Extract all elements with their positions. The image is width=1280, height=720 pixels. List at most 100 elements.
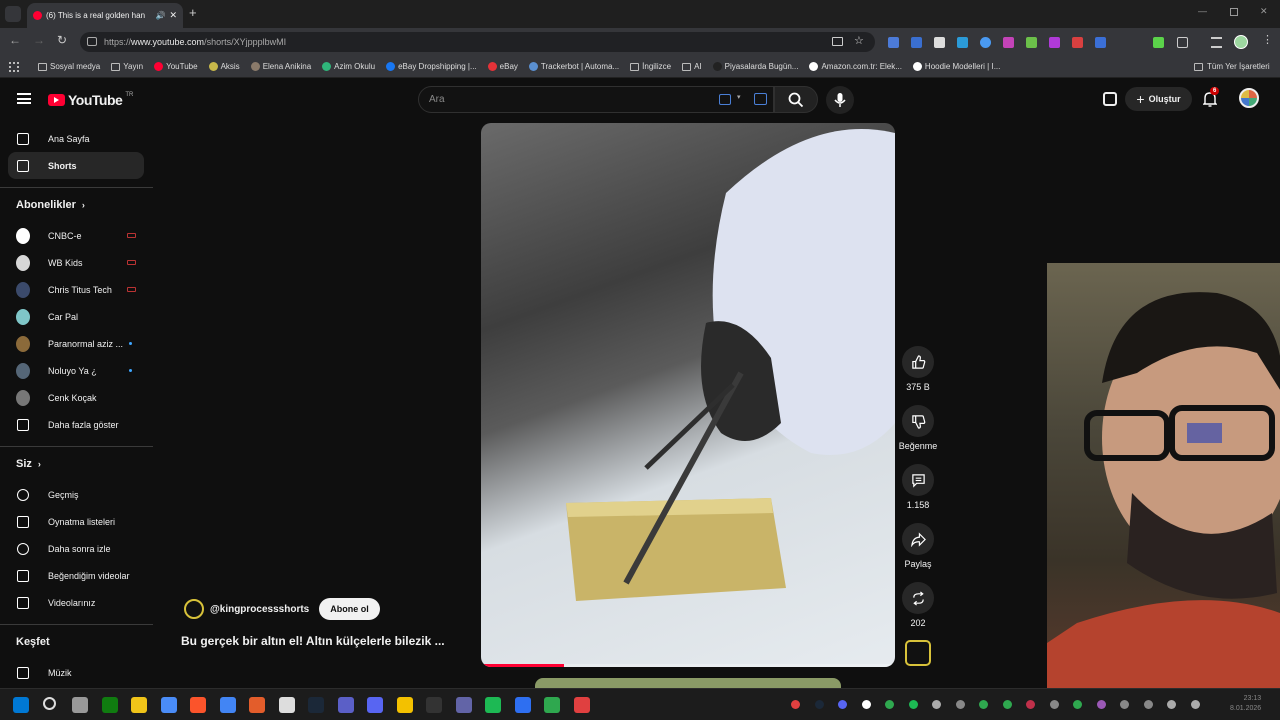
keyboard-icon[interactable] xyxy=(719,94,731,105)
steam-icon[interactable] xyxy=(308,697,324,713)
all-bookmarks-folder[interactable]: Tüm Yer İşaretleri xyxy=(1194,62,1270,71)
tray-icon[interactable] xyxy=(908,700,918,709)
comments-button[interactable] xyxy=(902,464,934,496)
extension-icon[interactable] xyxy=(1049,37,1060,48)
search-button[interactable] xyxy=(774,86,818,113)
bookmark-item[interactable]: Trackerbot | Automa... xyxy=(528,62,619,71)
bookmark-star-icon[interactable]: ☆ xyxy=(854,34,864,47)
extension-icon[interactable] xyxy=(980,37,991,48)
dislike-button[interactable] xyxy=(902,405,934,437)
tray-icon[interactable] xyxy=(838,700,847,709)
spotify-icon[interactable] xyxy=(485,697,501,713)
tray-icon[interactable] xyxy=(885,700,894,709)
tray-icon[interactable] xyxy=(861,700,871,709)
window-minimize-button[interactable]: — xyxy=(1198,6,1207,16)
sidebar-item[interactable]: Beğendiğim videolar xyxy=(8,562,144,589)
bookmark-item[interactable]: Aksis xyxy=(208,62,240,71)
search-icon[interactable] xyxy=(42,697,56,710)
subscriptions-header[interactable]: Abonelikler › xyxy=(16,199,85,211)
tray-icon[interactable] xyxy=(1049,700,1059,709)
tab-close-icon[interactable]: ✕ xyxy=(169,10,177,21)
discord-icon[interactable] xyxy=(367,697,383,713)
video-progress-bar[interactable] xyxy=(481,664,895,667)
sound-channel-thumbnail[interactable] xyxy=(905,640,931,666)
brave-icon[interactable] xyxy=(190,697,206,713)
store-icon[interactable] xyxy=(160,697,177,713)
youtube-logo[interactable]: YouTube TR xyxy=(48,92,133,108)
guide-menu-icon[interactable] xyxy=(17,93,31,104)
tray-icon[interactable] xyxy=(1190,700,1200,709)
extension-icon[interactable] xyxy=(911,37,922,48)
translate-icon[interactable] xyxy=(754,93,767,105)
tray-icon[interactable] xyxy=(1026,700,1035,709)
app2-icon[interactable] xyxy=(455,697,472,713)
tray-icon[interactable] xyxy=(1167,700,1176,709)
sidebar-item[interactable]: Car Pal xyxy=(8,303,144,330)
address-bar[interactable]: https://www.youtube.com/shorts/XYjppplbw… xyxy=(80,32,875,52)
extensions-puzzle-icon[interactable] xyxy=(1177,37,1188,48)
channel-avatar[interactable] xyxy=(184,599,204,619)
tray-icon[interactable] xyxy=(791,700,800,709)
share-button[interactable] xyxy=(902,523,934,555)
tray-icon[interactable] xyxy=(979,700,988,709)
site-info-icon[interactable] xyxy=(87,37,97,46)
sidebar-item[interactable]: Cenk Koçak xyxy=(8,384,144,411)
sidebar-item[interactable]: Geçmiş xyxy=(8,481,144,508)
windows-start-icon[interactable] xyxy=(13,697,29,713)
voice-search-button[interactable] xyxy=(826,86,854,114)
app5-icon[interactable] xyxy=(573,697,590,713)
dropdown-arrow-icon[interactable]: ▾ xyxy=(737,93,741,101)
search-input[interactable]: Ara ▾ xyxy=(418,86,774,113)
remix-button[interactable] xyxy=(902,582,934,614)
create-button[interactable]: + Oluştur xyxy=(1125,87,1192,111)
tray-icon[interactable] xyxy=(1120,700,1129,709)
explorer-icon[interactable] xyxy=(131,697,147,713)
tray-icon[interactable] xyxy=(814,700,824,709)
sidebar-item[interactable]: Shorts xyxy=(8,152,144,179)
bookmark-item[interactable]: eBay xyxy=(487,62,518,71)
sidebar-item[interactable]: Chris Titus Tech xyxy=(8,276,144,303)
apps-grid-icon[interactable] xyxy=(9,62,19,72)
install-app-icon[interactable] xyxy=(832,37,843,46)
notifications-button[interactable]: 6 xyxy=(1202,87,1220,112)
app-icon[interactable] xyxy=(72,697,88,713)
extension-icon[interactable] xyxy=(1003,37,1014,48)
sidebar-item[interactable]: Müzik xyxy=(8,659,144,686)
sidebar-item[interactable]: Oynatma listeleri xyxy=(8,508,144,535)
bookmark-item[interactable]: Hoodie Modelleri | I... xyxy=(912,62,1000,71)
bookmark-item[interactable]: İngilizce xyxy=(630,62,671,71)
extension-toolbar-icon[interactable] xyxy=(1103,92,1117,106)
tray-icon[interactable] xyxy=(1143,700,1153,709)
game-icon[interactable] xyxy=(249,697,265,713)
sidebar-item[interactable]: WB Kids xyxy=(8,249,144,276)
tab-list-button[interactable] xyxy=(5,6,21,22)
sidebar-item[interactable]: Ana Sayfa xyxy=(8,125,144,152)
subscribe-button[interactable]: Abone ol xyxy=(319,598,380,620)
short-title[interactable]: Bu gerçek bir altın el! Altın külçelerle… xyxy=(181,634,445,648)
extension-icon[interactable] xyxy=(1072,37,1083,48)
bookmark-item[interactable]: eBay Dropshipping |... xyxy=(386,62,477,71)
extension-icon[interactable] xyxy=(1026,37,1037,48)
window-close-button[interactable]: ✕ xyxy=(1260,6,1268,17)
chrome-menu-icon[interactable]: ⋮ xyxy=(1262,33,1273,46)
account-avatar[interactable] xyxy=(1239,88,1259,108)
profile-avatar[interactable] xyxy=(1234,35,1248,49)
sidebar-item[interactable]: CNBC-e xyxy=(8,222,144,249)
reading-list-icon[interactable] xyxy=(1211,37,1222,48)
extension-icon[interactable] xyxy=(957,37,968,48)
norton-icon[interactable] xyxy=(396,697,413,713)
bookmark-item[interactable]: AI xyxy=(682,62,702,71)
back-button[interactable]: ← xyxy=(9,33,21,47)
sidebar-item[interactable]: Noluyo Ya ¿ xyxy=(8,357,144,384)
bookmark-item[interactable]: Sosyal medya xyxy=(38,62,100,71)
teams-icon[interactable] xyxy=(337,697,354,713)
extension-icon[interactable] xyxy=(888,37,899,48)
reload-button[interactable]: ↻ xyxy=(57,33,67,47)
tray-icon[interactable] xyxy=(932,700,941,709)
app3-icon[interactable] xyxy=(514,697,531,713)
tray-icon[interactable] xyxy=(1002,700,1012,709)
extension-icon[interactable] xyxy=(934,37,945,48)
extension-icon[interactable] xyxy=(1153,37,1164,48)
tray-icon[interactable] xyxy=(1073,700,1082,709)
bookmark-item[interactable]: Yayın xyxy=(111,62,143,71)
